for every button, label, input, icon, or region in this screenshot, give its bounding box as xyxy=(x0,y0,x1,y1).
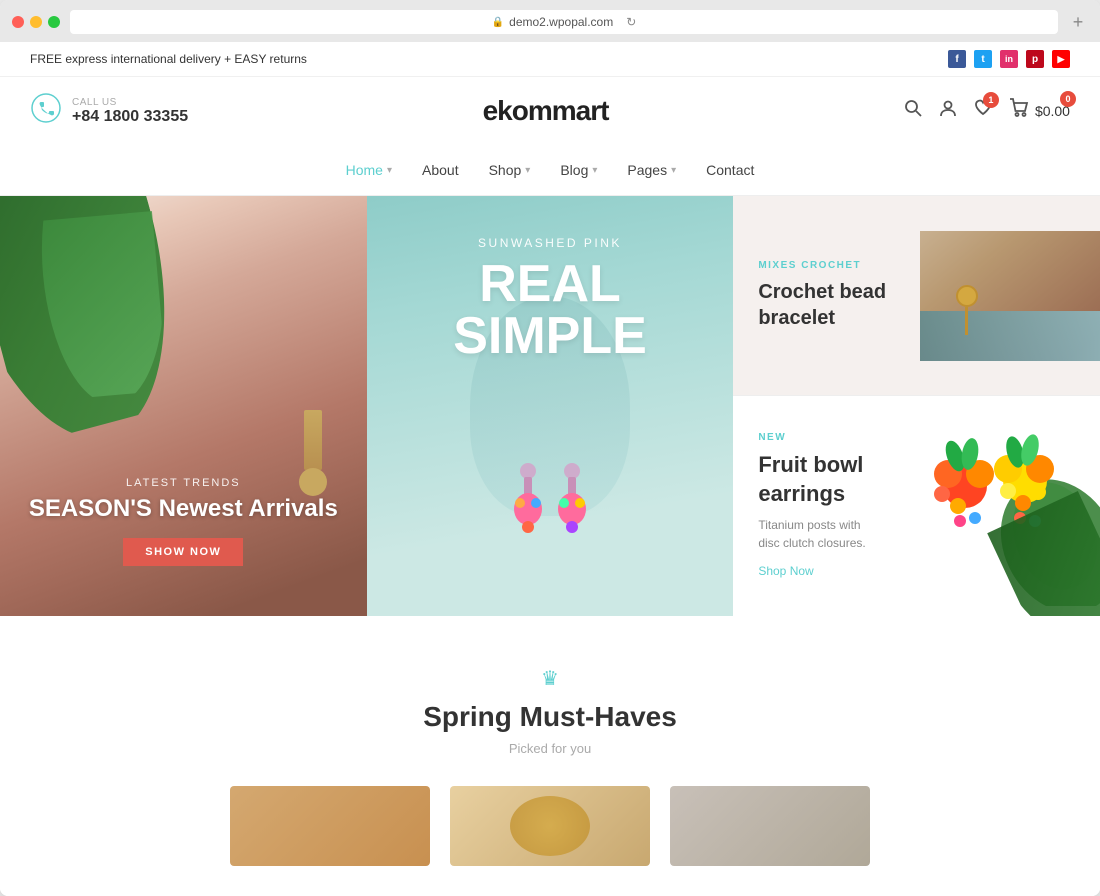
nav-home[interactable]: Home ▾ xyxy=(346,157,392,183)
crochet-title: Crochet bead bracelet xyxy=(758,279,900,331)
call-us-label: CALL US xyxy=(72,97,188,108)
show-now-button[interactable]: SHOW NOW xyxy=(123,538,243,566)
banner-text: FREE express international delivery + EA… xyxy=(30,52,307,66)
spring-title: Spring Must-Haves xyxy=(30,701,1070,733)
minimize-button[interactable] xyxy=(30,16,42,28)
shop-chevron: ▾ xyxy=(525,165,530,176)
social-icons: f t in p ▶ xyxy=(948,50,1070,68)
fruit-earrings-title: Fruit bowl earrings xyxy=(758,451,885,508)
cart-badge: 0 xyxy=(1060,91,1076,107)
cart-icon-wrap[interactable]: 0 $0.00 xyxy=(1008,97,1070,125)
shop-now-link[interactable]: Shop Now xyxy=(758,564,813,578)
hero-title-1: SEASON'S Newest Arrivals xyxy=(0,495,367,524)
crown-icon: ♛ xyxy=(30,666,1070,691)
wishlist-icon-wrap: 1 xyxy=(973,98,993,124)
youtube-icon[interactable]: ▶ xyxy=(1052,50,1070,68)
hero-card-2-overlay: SUNWASHED PINK REAL SIMPLE xyxy=(367,236,734,362)
fruit-earrings-desc: Titanium posts with disc clutch closures… xyxy=(758,516,885,552)
reload-icon[interactable]: ↻ xyxy=(626,15,636,29)
url-text: demo2.wpopal.com xyxy=(509,15,613,29)
hero-title-2-line1: REAL xyxy=(367,258,734,310)
hero-card-1-overlay: LATEST TRENDS SEASON'S Newest Arrivals S… xyxy=(0,477,367,566)
spring-products xyxy=(30,786,1070,866)
hero-card-3-content: MIXES CROCHET Crochet bead bracelet xyxy=(733,240,920,351)
hero-card-4: NEW Fruit bowl earrings Titanium posts w… xyxy=(733,396,1100,616)
instagram-icon[interactable]: in xyxy=(1000,50,1018,68)
hero-card-3-image xyxy=(920,231,1100,361)
pages-chevron: ▾ xyxy=(671,165,676,176)
browser-window: 🔒 demo2.wpopal.com ↻ + FREE express inte… xyxy=(0,0,1100,896)
new-tab-button[interactable]: + xyxy=(1068,12,1088,32)
maximize-button[interactable] xyxy=(48,16,60,28)
address-bar[interactable]: 🔒 demo2.wpopal.com ↻ xyxy=(70,10,1058,34)
new-tag: NEW xyxy=(758,432,885,443)
blog-chevron: ▾ xyxy=(592,165,597,176)
lock-icon: 🔒 xyxy=(492,17,504,28)
gold-earring xyxy=(956,285,978,335)
header-left: CALL US +84 1800 33355 xyxy=(30,92,188,130)
pinterest-icon[interactable]: p xyxy=(1026,50,1044,68)
phone-icon xyxy=(30,92,62,130)
site-logo[interactable]: ekommart xyxy=(483,95,609,127)
spring-section: ♛ Spring Must-Haves Picked for you xyxy=(0,616,1100,896)
cart-icon[interactable] xyxy=(1008,97,1030,125)
twitter-icon[interactable]: t xyxy=(974,50,992,68)
website-content: FREE express international delivery + EA… xyxy=(0,42,1100,896)
top-banner: FREE express international delivery + EA… xyxy=(0,42,1100,77)
phone-number: +84 1800 33355 xyxy=(72,108,188,126)
search-icon[interactable] xyxy=(903,98,923,124)
home-chevron: ▾ xyxy=(387,165,392,176)
spring-subtitle: Picked for you xyxy=(30,741,1070,756)
nav-about[interactable]: About xyxy=(422,157,459,183)
hero-card-2: SUNWASHED PINK REAL SIMPLE xyxy=(367,196,734,616)
browser-chrome: 🔒 demo2.wpopal.com ↻ + xyxy=(0,0,1100,42)
hero-title-2-line2: SIMPLE xyxy=(367,310,734,362)
hero-right-column: MIXES CROCHET Crochet bead bracelet xyxy=(733,196,1100,616)
account-icon[interactable] xyxy=(938,98,958,124)
nav-contact[interactable]: Contact xyxy=(706,157,754,183)
hero-tag-1: LATEST TRENDS xyxy=(0,477,367,489)
nav-blog[interactable]: Blog ▾ xyxy=(560,157,597,183)
hero-section: LATEST TRENDS SEASON'S Newest Arrivals S… xyxy=(0,196,1100,616)
main-nav: Home ▾ About Shop ▾ Blog ▾ Pages ▾ Conta… xyxy=(0,145,1100,196)
spring-product-3[interactable] xyxy=(670,786,870,866)
nav-shop[interactable]: Shop ▾ xyxy=(489,157,531,183)
hero-card-4-content: NEW Fruit bowl earrings Titanium posts w… xyxy=(733,412,900,600)
earrings-display xyxy=(490,451,610,596)
hero-card-3: MIXES CROCHET Crochet bead bracelet xyxy=(733,196,1100,396)
scarf-detail xyxy=(920,311,1100,361)
crochet-tag: MIXES CROCHET xyxy=(758,260,900,271)
spring-product-1[interactable] xyxy=(230,786,430,866)
browser-titlebar: 🔒 demo2.wpopal.com ↻ + xyxy=(0,10,1100,42)
call-info: CALL US +84 1800 33355 xyxy=(72,97,188,126)
facebook-icon[interactable]: f xyxy=(948,50,966,68)
site-header: CALL US +84 1800 33355 ekommart xyxy=(0,77,1100,145)
wishlist-badge: 1 xyxy=(983,92,999,108)
close-button[interactable] xyxy=(12,16,24,28)
hero-subtitle-2: SUNWASHED PINK xyxy=(367,236,734,250)
nav-pages[interactable]: Pages ▾ xyxy=(627,157,676,183)
traffic-lights xyxy=(12,16,60,28)
header-right: 1 0 $0.00 xyxy=(903,97,1070,125)
hero-card-1: LATEST TRENDS SEASON'S Newest Arrivals S… xyxy=(0,196,367,616)
spring-product-2[interactable] xyxy=(450,786,650,866)
